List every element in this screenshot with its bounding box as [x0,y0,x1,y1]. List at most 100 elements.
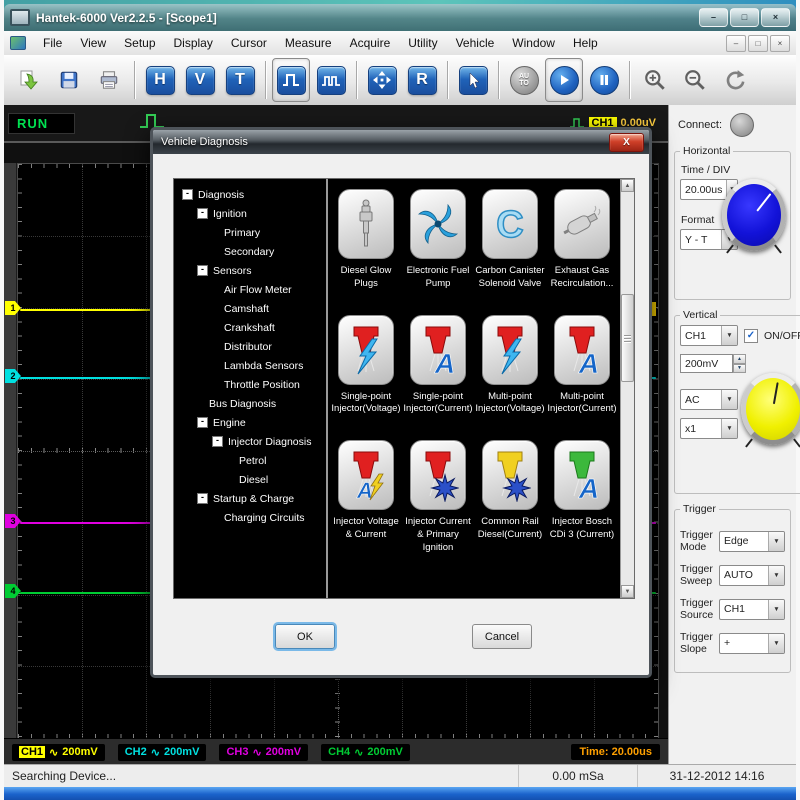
trigger-menu-button[interactable]: T [221,58,259,102]
channel-readout-ch1[interactable]: CH1∿200mV [12,744,105,761]
diag-item-injector-voltage-current[interactable]: AInjector Voltage & Current [330,440,402,554]
horizontal-menu-button[interactable]: H [141,58,179,102]
tree-item-sensors[interactable]: -Sensors [176,261,324,280]
tree-item-lambda-sensors[interactable]: Lambda Sensors [176,356,324,375]
single-pulse-button[interactable] [272,58,310,102]
menu-item-view[interactable]: View [71,33,115,53]
tree-item-camshaft[interactable]: Camshaft [176,299,324,318]
diag-item-injector-bosch-cdi-3-current[interactable]: AInjector Bosch CDi 3 (Current) [546,440,618,554]
menu-item-setup[interactable]: Setup [115,33,164,53]
diag-item-single-point-injector-voltage[interactable]: Single-point Injector(Voltage) [330,315,402,417]
menu-item-help[interactable]: Help [564,33,607,53]
channel-readout-ch4[interactable]: CH4∿200mV [321,744,410,761]
diag-item-label: Exhaust Gas Recirculation... [546,265,618,291]
trigger-sweep-select[interactable]: AUTO▼ [719,565,785,586]
tree-item-distributor[interactable]: Distributor [176,337,324,356]
channel-select[interactable]: CH1 ▼ [680,325,738,346]
collapse-icon[interactable]: - [212,436,223,447]
zoom-in-button[interactable] [636,58,674,102]
tree-item-diesel[interactable]: Diesel [176,470,324,489]
horizontal-knob[interactable] [722,179,786,251]
child-restore-icon[interactable]: □ [748,35,768,52]
auto-button[interactable]: AUTO [505,58,543,102]
diag-item-carbon-canister-solenoid-valve[interactable]: CCarbon Canister Solenoid Valve [474,189,546,291]
coupling-select[interactable]: AC ▼ [680,389,738,410]
ok-button[interactable]: OK [275,624,335,649]
collapse-icon[interactable]: - [197,417,208,428]
maximize-icon[interactable]: □ [730,8,759,27]
tree-item-air-flow-meter[interactable]: Air Flow Meter [176,280,324,299]
trigger-mode-select[interactable]: Edge▼ [719,531,785,552]
pause-button[interactable] [585,58,623,102]
record-button[interactable]: R [403,58,441,102]
autoset-button[interactable] [363,58,401,102]
tree-item-secondary[interactable]: Secondary [176,242,324,261]
toolbar-separator [498,61,499,99]
trigger-source-select[interactable]: CH1▼ [719,599,785,620]
dual-pulse-button[interactable] [312,58,350,102]
zoom-out-button[interactable] [676,58,714,102]
scrollbar[interactable]: ▲ ▼ [620,179,634,598]
child-minimize-icon[interactable]: – [726,35,746,52]
tree-item-crankshaft[interactable]: Crankshaft [176,318,324,337]
pause-icon [590,66,619,95]
tree-item-engine[interactable]: -Engine [176,413,324,432]
scrollbar-thumb[interactable] [621,294,634,382]
refresh-button[interactable] [716,58,754,102]
menu-item-utility[interactable]: Utility [399,33,446,53]
menu-item-measure[interactable]: Measure [276,33,341,53]
diag-item-multi-point-injector-current[interactable]: AMulti-point Injector(Current) [546,315,618,417]
trigger-slope-select[interactable]: +▼ [719,633,785,654]
vertical-knob[interactable] [741,373,800,445]
vertical-menu-button[interactable]: V [181,58,219,102]
volts-div-stepper[interactable]: 200mV ▲ ▼ [680,354,746,373]
scroll-up-icon[interactable]: ▲ [621,179,634,192]
channel-readout-ch3[interactable]: CH3∿200mV [219,744,308,761]
tree-item-throttle-position[interactable]: Throttle Position [176,375,324,394]
menu-item-vehicle[interactable]: Vehicle [447,33,504,53]
dialog-close-icon[interactable]: X [609,133,644,152]
tree-item-diagnosis[interactable]: -Diagnosis [176,185,324,204]
tree-item-primary[interactable]: Primary [176,223,324,242]
diag-item-injector-current-primary-ignition[interactable]: Injector Current & Primary Ignition [402,440,474,554]
menu-item-acquire[interactable]: Acquire [341,33,400,53]
open-button[interactable] [10,58,48,102]
collapse-icon[interactable]: - [182,189,193,200]
cursor-button[interactable] [454,58,492,102]
menu-item-window[interactable]: Window [503,33,564,53]
child-close-icon[interactable]: × [770,35,790,52]
scroll-down-icon[interactable]: ▼ [621,585,634,598]
channel-readout-ch2[interactable]: CH2∿200mV [118,744,207,761]
menu-item-cursor[interactable]: Cursor [222,33,276,53]
diag-item-exhaust-gas-recirculation[interactable]: Exhaust Gas Recirculation... [546,189,618,291]
channel-onoff-checkbox[interactable]: ✓ [744,329,758,343]
trigger-source-label: Trigger Source [680,597,719,621]
step-up-icon[interactable]: ▲ [733,354,746,364]
tree-item-bus-diagnosis[interactable]: Bus Diagnosis [176,394,324,413]
step-down-icon[interactable]: ▼ [733,364,746,374]
run-button[interactable] [545,58,583,102]
diag-item-single-point-injector-current[interactable]: ASingle-point Injector(Current) [402,315,474,417]
diag-item-common-rail-diesel-current[interactable]: Common Rail Diesel(Current) [474,440,546,554]
cancel-button[interactable]: Cancel [472,624,532,649]
menu-item-file[interactable]: File [34,33,71,53]
tree-item-petrol[interactable]: Petrol [176,451,324,470]
autoset-icon [368,66,397,95]
probe-select[interactable]: x1 ▼ [680,418,738,439]
minimize-icon[interactable]: – [699,8,728,27]
tree-item-injector-diagnosis[interactable]: -Injector Diagnosis [176,432,324,451]
diag-item-multi-point-injector-voltage[interactable]: Multi-point Injector(Voltage) [474,315,546,417]
injector-voltage-icon [482,315,538,385]
collapse-icon[interactable]: - [197,493,208,504]
tree-item-charging-circuits[interactable]: Charging Circuits [176,508,324,527]
close-icon[interactable]: × [761,8,790,27]
tree-item-ignition[interactable]: -Ignition [176,204,324,223]
menu-item-display[interactable]: Display [165,33,222,53]
diag-item-diesel-glow-plugs[interactable]: Diesel Glow Plugs [330,189,402,291]
print-button[interactable] [90,58,128,102]
collapse-icon[interactable]: - [197,265,208,276]
diag-item-electronic-fuel-pump[interactable]: Electronic Fuel Pump [402,189,474,291]
tree-item-startup-charge[interactable]: -Startup & Charge [176,489,324,508]
collapse-icon[interactable]: - [197,208,208,219]
save-button[interactable] [50,58,88,102]
